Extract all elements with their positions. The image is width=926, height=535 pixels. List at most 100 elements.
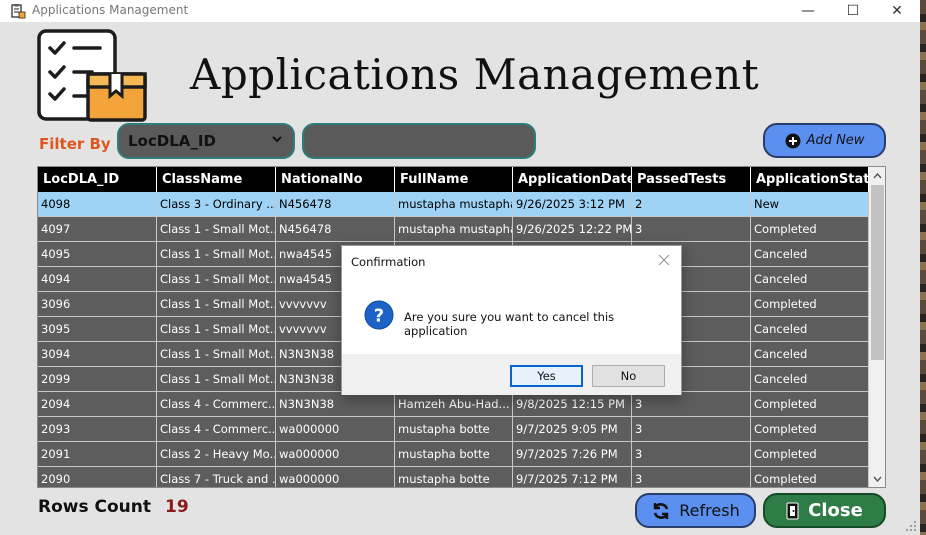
cell-applicationdate: 9/26/2025 3:12 PM [513,192,632,216]
clipboard-app-icon [11,4,26,19]
cell-applicationstatus: Completed [751,292,869,316]
close-window-button[interactable]: ✕ [874,0,920,22]
column-header-locdla-id[interactable]: LocDLA_ID [38,167,157,192]
cell-passedtests: 3 [632,467,751,487]
cell-locdla-id: 4098 [38,192,157,216]
close-button[interactable]: Close [763,493,886,528]
app-window: Applications Management — ☐ ✕ Applicatio… [0,0,920,535]
dialog-close-icon[interactable] [658,252,670,270]
cell-applicationdate: 9/7/2025 9:05 PM [513,417,632,441]
column-header-applicationstatus[interactable]: ApplicationStatus [751,167,869,192]
filter-by-label: Filter By [39,135,111,153]
cell-nationalno: N3N3N38 [276,392,395,416]
cell-locdla-id: 3094 [38,342,157,366]
cell-applicationstatus: Canceled [751,317,869,341]
yes-button[interactable]: Yes [510,365,583,387]
page-title: Applications Management [190,50,760,99]
refresh-button[interactable]: Refresh [635,493,756,528]
cell-nationalno: N456478 [276,192,395,216]
cell-fullname: mustapha botte [395,467,513,487]
cell-applicationdate: 9/7/2025 7:12 PM [513,467,632,487]
cell-passedtests: 3 [632,392,751,416]
cell-locdla-id: 2093 [38,417,157,441]
no-button[interactable]: No [592,365,665,387]
cell-classname: Class 3 - Ordinary ... [157,192,276,216]
add-new-button[interactable]: Add New [763,123,886,158]
scrollbar-thumb[interactable] [871,185,884,360]
window-title: Applications Management [32,3,189,17]
cell-classname: Class 7 - Truck and ... [157,467,276,487]
add-new-label: Add New [806,133,865,148]
refresh-icon [654,502,669,519]
refresh-label: Refresh [679,501,740,520]
cell-applicationstatus: Completed [751,392,869,416]
filter-search-input[interactable] [302,123,536,159]
column-header-nationalno[interactable]: NationalNo [276,167,395,192]
table-row[interactable]: 2093 Class 4 - Commerc... wa000000 mustapha… [38,417,869,442]
cell-applicationstatus: Canceled [751,242,869,266]
cell-classname: Class 4 - Commerc... [157,392,276,416]
table-row[interactable]: 2091 Class 2 - Heavy Mo... wa000000 mustaph… [38,442,869,467]
cell-locdla-id: 3096 [38,292,157,316]
cell-fullname: mustapha botte [395,442,513,466]
table-row[interactable]: 2094 Class 4 - Commerc... N3N3N38 Hamzeh Ab… [38,392,869,417]
cell-fullname: mustapha botte [395,417,513,441]
column-header-passedtests[interactable]: PassedTests [632,167,751,192]
cell-classname: Class 1 - Small Mot... [157,292,276,316]
cell-classname: Class 1 - Small Mot... [157,342,276,366]
dialog-message: Are you sure you want to cancel this app… [404,310,615,338]
cell-locdla-id: 4095 [38,242,157,266]
rows-count-value: 19 [165,497,189,517]
filter-by-select[interactable]: LocDLA_ID [117,123,295,159]
svg-text:?: ? [374,306,384,327]
cell-nationalno: N456478 [276,217,395,241]
filter-selected-value: LocDLA_ID [128,132,216,150]
table-row[interactable]: 4097 Class 1 - Small Mot... N456478 mustaph… [38,217,869,242]
table-row[interactable]: 2090 Class 7 - Truck and ... wa000000 musta… [38,467,869,487]
cell-classname: Class 1 - Small Mot... [157,242,276,266]
confirmation-dialog: Confirmation ? Are you sure you want to … [341,245,682,395]
cell-passedtests: 3 [632,217,751,241]
cell-classname: Class 2 - Heavy Mo... [157,442,276,466]
cell-applicationstatus: Canceled [751,267,869,291]
cell-passedtests: 2 [632,192,751,216]
cell-classname: Class 4 - Commerc... [157,417,276,441]
column-header-applicationdate[interactable]: ApplicationDate [513,167,632,192]
minimize-button[interactable]: — [785,0,831,22]
dialog-title: Confirmation [351,255,426,269]
vertical-scrollbar[interactable] [869,167,885,487]
cell-applicationstatus: Canceled [751,342,869,366]
chevron-down-icon [271,133,283,149]
cell-locdla-id: 2099 [38,367,157,391]
cell-applicationstatus: Completed [751,217,869,241]
plus-circle-icon [785,133,801,148]
scroll-down-icon[interactable] [869,470,885,487]
cell-classname: Class 1 - Small Mot... [157,367,276,391]
table-header: LocDLA_ID ClassName NationalNo FullName … [38,167,869,192]
cell-applicationstatus: Completed [751,417,869,441]
cell-fullname: Hamzeh Abu-Had... [395,392,513,416]
question-icon: ? [364,300,394,330]
scroll-up-icon[interactable] [869,167,885,184]
column-header-fullname[interactable]: FullName [395,167,513,192]
cell-applicationdate: 9/7/2025 7:26 PM [513,442,632,466]
cell-applicationstatus: Completed [751,442,869,466]
cell-locdla-id: 4094 [38,267,157,291]
resize-grip-icon[interactable] [905,520,917,532]
cell-classname: Class 1 - Small Mot... [157,217,276,241]
cell-nationalno: wa000000 [276,417,395,441]
cell-applicationdate: 9/26/2025 12:22 PM [513,217,632,241]
cell-applicationdate: 9/8/2025 12:15 PM [513,392,632,416]
close-label: Close [808,500,863,521]
cell-fullname: mustapha mustapha [395,217,513,241]
cell-applicationstatus: New [751,192,869,216]
table-row[interactable]: 4098 Class 3 - Ordinary ... N456478 mustaph… [38,192,869,217]
title-bar: Applications Management — ☐ ✕ [0,0,920,22]
rows-count-label: Rows Count [38,497,151,517]
maximize-button[interactable]: ☐ [830,0,876,22]
column-header-classname[interactable]: ClassName [157,167,276,192]
cell-classname: Class 1 - Small Mot... [157,267,276,291]
cell-locdla-id: 2090 [38,467,157,487]
cell-passedtests: 3 [632,442,751,466]
cell-classname: Class 1 - Small Mot... [157,317,276,341]
